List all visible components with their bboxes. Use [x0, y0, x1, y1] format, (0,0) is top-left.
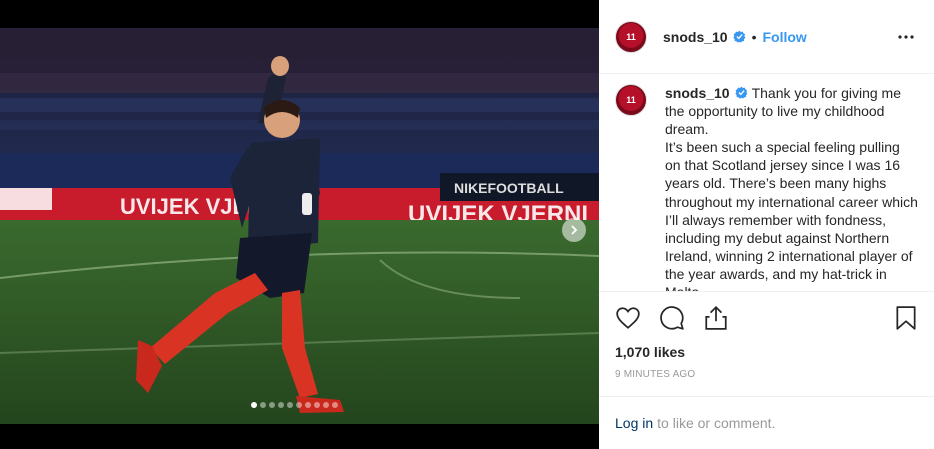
action-bar [599, 292, 934, 344]
post-header: 11 snods_10 • Follow [599, 0, 934, 74]
verified-badge-icon [732, 30, 745, 43]
login-link[interactable]: Log in [615, 415, 653, 431]
comments-area[interactable]: 11 snods_10 Thank you for giving me the o… [599, 74, 934, 292]
carousel-next-button[interactable] [562, 218, 586, 242]
likes-count[interactable]: 1,070 likes [599, 344, 934, 362]
post-photo: NIKEFOOTBALL UVIJEK VJERNI UVIJEK VJERNI [0, 28, 599, 424]
avatar-text: 11 [626, 31, 636, 42]
post-side-panel: 11 snods_10 • Follow 11 snods_10 Thank yo… [599, 0, 934, 449]
carousel-dot [287, 402, 293, 408]
chevron-right-icon [571, 225, 578, 235]
caption-username[interactable]: snods_10 [665, 85, 730, 101]
carousel-dot [332, 402, 338, 408]
carousel-dot [278, 402, 284, 408]
post-caption: snods_10 Thank you for giving me the oppo… [665, 84, 918, 291]
carousel-indicator [251, 402, 338, 408]
follow-button[interactable]: Follow [763, 29, 807, 45]
more-options-icon [898, 34, 914, 39]
login-prompt: Log in to like or comment. [599, 396, 934, 449]
heart-icon[interactable] [615, 305, 641, 331]
svg-text:NIKEFOOTBALL: NIKEFOOTBALL [454, 180, 564, 196]
login-suffix-text: to like or comment. [657, 415, 776, 431]
bookmark-icon[interactable] [893, 305, 919, 331]
verified-badge-icon [734, 86, 747, 99]
carousel-dot [269, 402, 275, 408]
avatar-text: 11 [626, 95, 636, 105]
caption-text: Thank you for giving me the opportunity … [665, 85, 918, 291]
carousel-dot [323, 402, 329, 408]
share-icon[interactable] [703, 305, 729, 331]
avatar[interactable]: 11 [615, 20, 647, 53]
post-media[interactable]: NIKEFOOTBALL UVIJEK VJERNI UVIJEK VJERNI [0, 28, 599, 424]
avatar[interactable]: 11 [615, 84, 647, 116]
carousel-dot [251, 402, 257, 408]
carousel-dot [260, 402, 266, 408]
comment-icon[interactable] [659, 305, 685, 331]
header-separator: • [751, 28, 757, 45]
post-timestamp[interactable]: 9 MINUTES AGO [599, 369, 934, 383]
carousel-dot [314, 402, 320, 408]
more-options-button[interactable] [894, 25, 918, 49]
header-username[interactable]: snods_10 [663, 29, 728, 45]
caption-row: 11 snods_10 Thank you for giving me the o… [615, 84, 918, 291]
carousel-dot [305, 402, 311, 408]
carousel-dot [296, 402, 302, 408]
